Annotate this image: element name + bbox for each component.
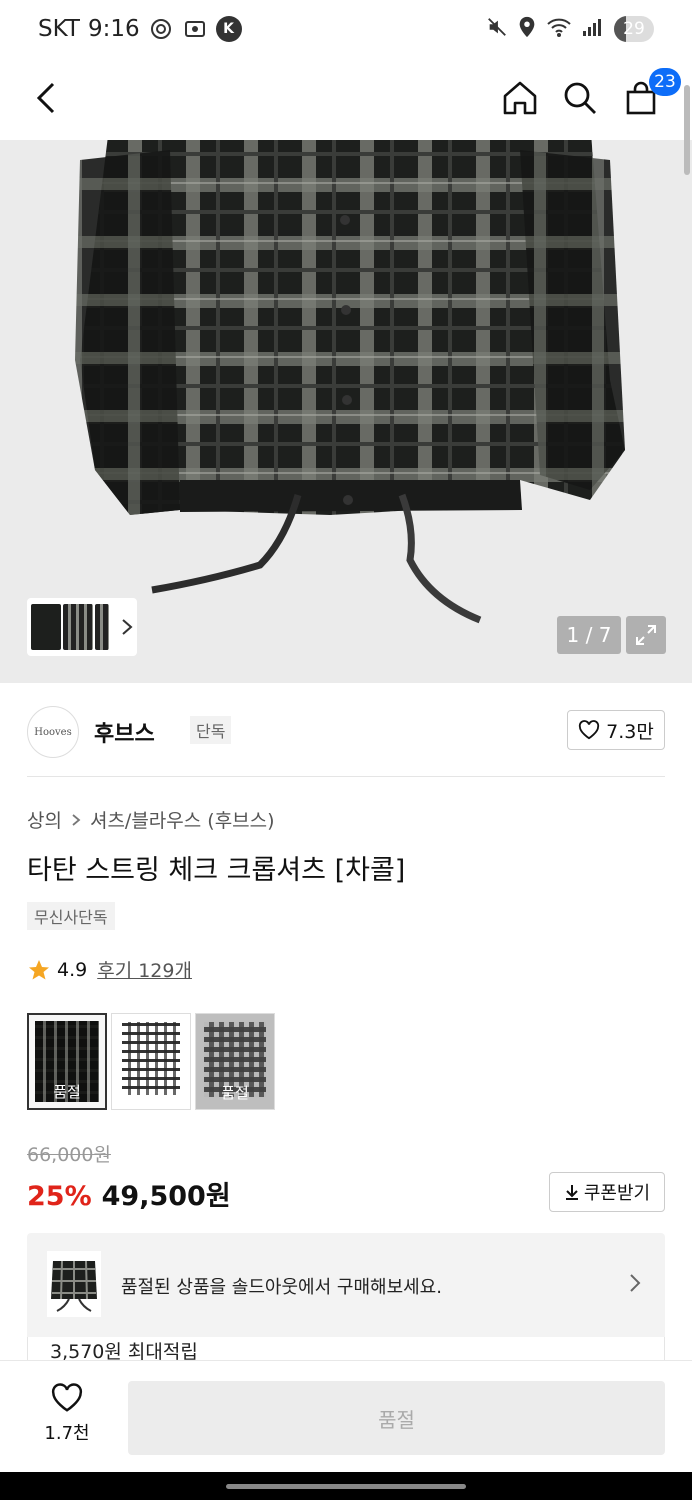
brand-logo[interactable]: Hooves: [27, 706, 79, 758]
cart-count-badge: 23: [649, 68, 681, 96]
color-swatch-black[interactable]: 품절: [195, 1013, 275, 1110]
coupon-label: 쿠폰받기: [583, 1183, 651, 1204]
rating-score: 4.9: [57, 958, 88, 981]
wifi-icon: [546, 16, 572, 42]
rating: 4.9 후기 129개: [27, 956, 192, 983]
thumbnail[interactable]: [95, 604, 109, 650]
breadcrumb-item[interactable]: 셔츠/블라우스 (후브스): [90, 806, 275, 833]
cart-button[interactable]: 23: [619, 68, 681, 120]
home-icon: [503, 81, 537, 115]
screenshot-icon: [182, 16, 208, 42]
status-right: 29: [486, 16, 654, 42]
status-bar: SKT 9:16 K 29: [0, 0, 692, 62]
color-swatch-charcoal[interactable]: 품절: [27, 1013, 107, 1110]
chevron-left-icon: [36, 82, 55, 114]
soldout-banner[interactable]: 품절된 상품을 솔드아웃에서 구매해보세요.: [27, 1233, 665, 1337]
color-swatch-white[interactable]: [111, 1013, 191, 1110]
thumbnail[interactable]: [63, 604, 93, 650]
discount-rate: 25%: [27, 1181, 92, 1212]
product-image: [75, 140, 625, 624]
chevron-right-icon: [122, 619, 133, 635]
banner-product-thumbnail: [47, 1251, 101, 1317]
expand-icon: [636, 625, 656, 645]
soldout-label: 품절: [221, 1084, 249, 1102]
wishlist-button[interactable]: 1.7천: [26, 1383, 108, 1445]
system-nav-bar: [0, 1472, 692, 1500]
home-indicator[interactable]: [226, 1484, 466, 1489]
breadcrumb: 상의 셔츠/블라우스 (후브스): [27, 806, 275, 833]
search-icon: [564, 82, 596, 114]
reviews-link[interactable]: 후기 129개: [97, 956, 192, 983]
battery-level: 29: [623, 19, 645, 39]
search-button[interactable]: [558, 76, 602, 120]
brand-like-count: 7.3만: [606, 720, 654, 743]
bottom-bar: 1.7천 품절: [0, 1360, 692, 1472]
points-box: 3,570원 최대적립: [27, 1337, 665, 1363]
product-title: 타탄 스트링 체크 크롭셔츠 [차콜]: [27, 855, 406, 886]
color-options: 품절 품절: [27, 1013, 275, 1110]
clock: 9:16: [87, 16, 140, 42]
breadcrumb-item[interactable]: 상의: [27, 806, 62, 833]
download-icon: [565, 1185, 578, 1200]
signal-icon: [582, 17, 604, 41]
buy-button[interactable]: 품절: [128, 1381, 665, 1455]
home-button[interactable]: [498, 76, 542, 120]
heart-icon: [579, 720, 600, 740]
battery-icon: 29: [614, 16, 654, 42]
chevron-right-icon: [630, 1274, 641, 1292]
brand-like-button[interactable]: 7.3만: [567, 710, 665, 750]
soldout-label: 품절: [53, 1083, 81, 1101]
heart-icon: [51, 1383, 83, 1412]
price-row: 25% 49,500원: [27, 1174, 231, 1213]
expand-button[interactable]: [626, 616, 666, 654]
thumbnail[interactable]: [31, 604, 61, 650]
top-nav: 23: [0, 62, 692, 142]
back-button[interactable]: [24, 76, 68, 120]
banner-text: 품절된 상품을 솔드아웃에서 구매해보세요.: [121, 1277, 442, 1298]
brand-exclusive-tag: 단독: [190, 716, 232, 744]
musinsa-exclusive-tag: 무신사단독: [27, 902, 115, 930]
chevron-right-icon: [72, 813, 81, 826]
brand-name[interactable]: 후브스: [94, 716, 155, 748]
brand-row: Hooves 후브스 단독 7.3만: [27, 702, 665, 762]
sale-price: 49,500원: [101, 1181, 231, 1212]
k-app-icon: K: [215, 16, 242, 42]
carrier: SKT: [38, 16, 80, 42]
mute-icon: [486, 16, 508, 42]
divider: [27, 776, 665, 777]
original-price: 66,000원: [27, 1144, 111, 1166]
image-counter: 1 / 7: [557, 616, 621, 654]
star-icon: [29, 959, 49, 979]
wishlist-count: 1.7천: [44, 1423, 90, 1444]
location-icon: [518, 16, 536, 42]
status-left: SKT 9:16 K: [38, 16, 242, 42]
scrollbar[interactable]: [684, 85, 690, 175]
product-gallery[interactable]: 1 / 7: [0, 140, 692, 683]
image-thumbnails[interactable]: [27, 598, 137, 656]
at-icon: [148, 16, 174, 42]
coupon-button[interactable]: 쿠폰받기: [549, 1172, 665, 1212]
